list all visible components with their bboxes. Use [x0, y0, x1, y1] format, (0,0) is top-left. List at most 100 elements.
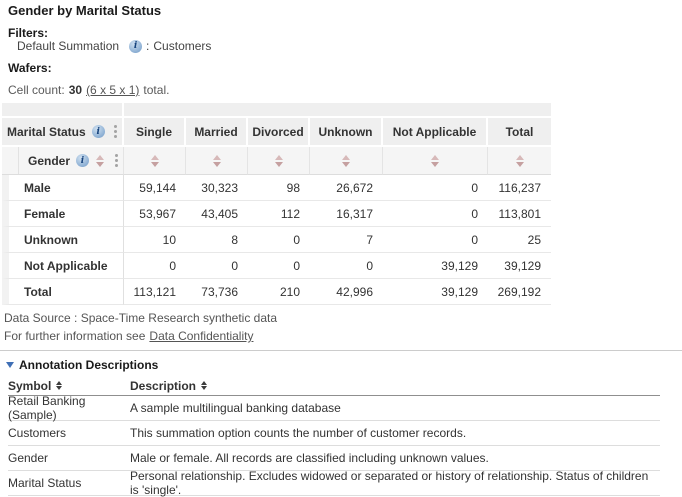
data-cell: 16,317	[310, 201, 383, 227]
kebab-menu-icon[interactable]	[115, 154, 118, 167]
row-header-indent	[2, 147, 19, 174]
data-cell: 269,192	[488, 279, 551, 305]
info-icon[interactable]: i	[129, 40, 142, 53]
data-cell: 0	[310, 253, 383, 279]
annotation-header-row: Symbol Description	[8, 376, 660, 396]
data-source-text: Data Source : Space-Time Research synthe…	[4, 311, 277, 325]
sort-icon[interactable]	[275, 155, 283, 167]
data-cell: 210	[248, 279, 310, 305]
data-cell: 39,129	[383, 279, 488, 305]
data-confidentiality-link[interactable]: Data Confidentiality	[149, 329, 253, 343]
data-cell: 73,736	[186, 279, 248, 305]
column-variable-label: Marital Status	[7, 125, 86, 139]
sort-cell-not-applicable	[383, 147, 488, 175]
description-column-header[interactable]: Description	[130, 379, 196, 393]
cell-count-value: 30	[69, 83, 82, 97]
sort-icon[interactable]	[151, 155, 159, 167]
sort-icon[interactable]	[213, 155, 221, 167]
cell-count-line: Cell count: 30 (6 x 5 x 1) total.	[8, 83, 169, 97]
annotation-symbol: Gender	[8, 451, 130, 465]
wafers-label: Wafers:	[8, 61, 52, 75]
sort-icon[interactable]	[56, 381, 62, 390]
row-variable-header: Gender i	[2, 147, 124, 175]
symbol-column-header[interactable]: Symbol	[8, 379, 51, 393]
sort-icon[interactable]	[96, 155, 104, 167]
annotation-description: This summation option counts the number …	[130, 426, 660, 440]
data-cell: 0	[383, 175, 488, 201]
column-header-not-applicable: Not Applicable	[383, 118, 488, 147]
page-title: Gender by Marital Status	[8, 3, 161, 18]
annotation-description: A sample multilingual banking database	[130, 401, 660, 415]
cell-dimensions-link[interactable]: (6 x 5 x 1)	[86, 83, 139, 97]
sort-cell-total	[488, 147, 551, 175]
sort-icon[interactable]	[431, 155, 439, 167]
data-cell: 113,801	[488, 201, 551, 227]
data-cell: 0	[124, 253, 186, 279]
annotation-symbol: Retail Banking (Sample)	[8, 394, 130, 422]
sort-cell-married	[186, 147, 248, 175]
sort-cell-single	[124, 147, 186, 175]
annotation-row: Gender Male or female. All records are c…	[8, 446, 660, 471]
data-cell: 59,144	[124, 175, 186, 201]
filter-name: Default Summation	[17, 39, 119, 53]
data-cell: 98	[248, 175, 310, 201]
data-cell: 8	[186, 227, 248, 253]
annotation-descriptions-toggle[interactable]: Annotation Descriptions	[6, 358, 158, 372]
column-header-total: Total	[488, 118, 551, 147]
filters-label: Filters:	[8, 26, 48, 40]
sort-cell-unknown	[310, 147, 383, 175]
data-cell: 39,129	[383, 253, 488, 279]
triangle-down-icon	[6, 362, 14, 368]
filter-row: Default Summation i : Customers	[17, 39, 211, 53]
sort-icon[interactable]	[516, 155, 524, 167]
column-header-divorced: Divorced	[248, 118, 310, 147]
data-cell: 0	[383, 201, 488, 227]
table-top-strip-left	[2, 103, 124, 118]
sort-icon[interactable]	[342, 155, 350, 167]
annotation-table: Symbol Description Retail Banking (Sampl…	[0, 376, 660, 496]
row-variable-label: Gender	[28, 154, 70, 168]
data-cell: 7	[310, 227, 383, 253]
divider	[0, 350, 682, 351]
cell-count-suffix: total.	[143, 83, 169, 97]
column-header-unknown: Unknown	[310, 118, 383, 147]
annotation-description: Male or female. All records are classifi…	[130, 451, 660, 465]
annotation-row: Retail Banking (Sample) A sample multili…	[8, 396, 660, 421]
crosstab-table: Marital Status i Single Married Divorced…	[2, 103, 551, 305]
data-cell: 26,672	[310, 175, 383, 201]
data-cell: 53,967	[124, 201, 186, 227]
annotation-section-title: Annotation Descriptions	[19, 358, 158, 372]
filter-separator: :	[146, 39, 149, 53]
sort-icon[interactable]	[201, 381, 207, 390]
data-cell: 0	[186, 253, 248, 279]
cell-count-label: Cell count:	[8, 83, 65, 97]
table-top-strip-right	[124, 103, 551, 118]
further-info-prefix: For further information see	[4, 329, 145, 343]
column-header-married: Married	[186, 118, 248, 147]
row-label: Male	[2, 175, 124, 201]
data-cell: 116,237	[488, 175, 551, 201]
annotation-row: Customers This summation option counts t…	[8, 421, 660, 446]
row-label-total: Total	[2, 279, 124, 305]
row-label: Unknown	[2, 227, 124, 253]
data-cell: 42,996	[310, 279, 383, 305]
data-cell: 112	[248, 201, 310, 227]
further-info-line: For further information see Data Confide…	[4, 329, 253, 343]
column-header-single: Single	[124, 118, 186, 147]
data-cell: 25	[488, 227, 551, 253]
data-cell: 10	[124, 227, 186, 253]
filter-value: Customers	[153, 39, 211, 53]
info-icon[interactable]: i	[76, 154, 89, 167]
data-cell: 0	[248, 253, 310, 279]
data-cell: 43,405	[186, 201, 248, 227]
annotation-symbol: Customers	[8, 426, 130, 440]
data-cell: 113,121	[124, 279, 186, 305]
info-icon[interactable]: i	[92, 125, 105, 138]
data-cell: 39,129	[488, 253, 551, 279]
kebab-menu-icon[interactable]	[114, 125, 117, 138]
row-label: Not Applicable	[2, 253, 124, 279]
row-label: Female	[2, 201, 124, 227]
annotation-symbol: Marital Status	[8, 476, 130, 490]
report-page: Gender by Marital Status Filters: Defaul…	[0, 0, 682, 493]
annotation-row: Marital Status Personal relationship. Ex…	[8, 471, 660, 496]
